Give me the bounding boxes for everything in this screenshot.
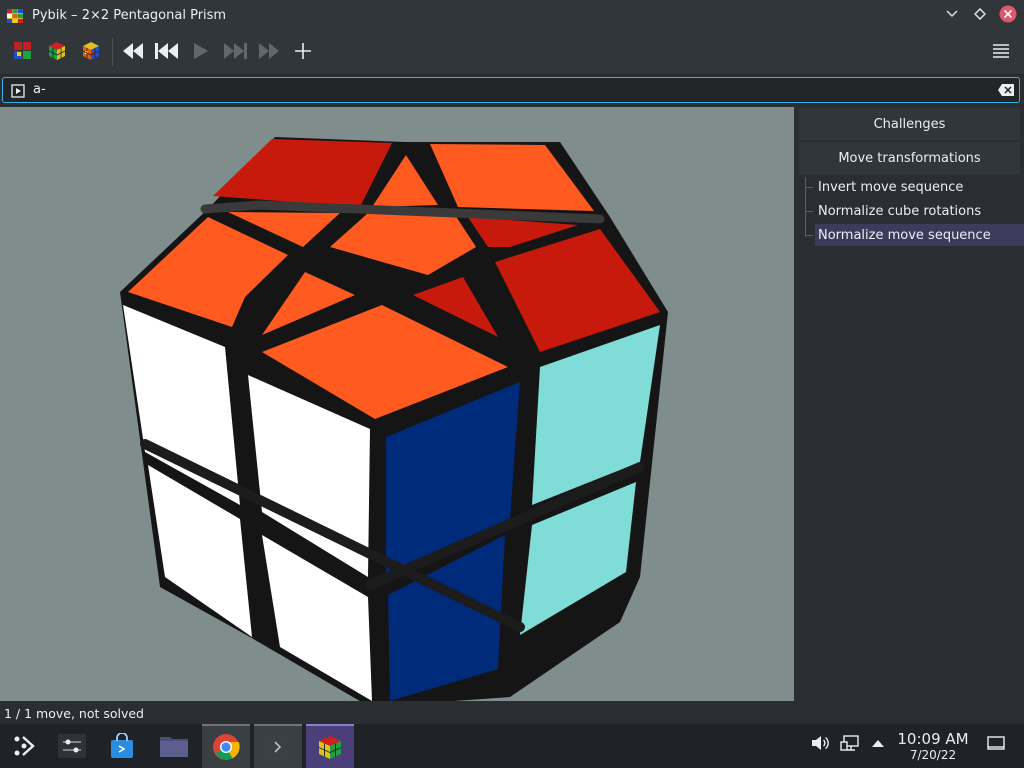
forward-icon <box>259 43 279 59</box>
show-desktop-button[interactable] <box>986 734 1006 752</box>
sidebar: Challenges Move transformations Invert m… <box>795 107 1024 701</box>
select-model-icon <box>82 42 100 60</box>
network-button[interactable] <box>840 734 860 752</box>
pybik-app-icon <box>318 736 342 759</box>
terminal-button[interactable] <box>254 724 302 768</box>
previous-button[interactable] <box>152 36 182 66</box>
play-edit-icon[interactable] <box>11 84 25 98</box>
discover-store-button[interactable] <box>98 724 146 768</box>
hamburger-menu-icon <box>993 44 1009 58</box>
diamond-icon <box>974 8 986 20</box>
chrome-browser-icon <box>213 734 240 760</box>
digital-clock[interactable]: 10:09 AM 7/20/22 <box>892 730 974 762</box>
file-manager-button[interactable] <box>150 724 198 768</box>
new-solved-game-button[interactable] <box>8 36 38 66</box>
move-bar: a- <box>0 75 1024 106</box>
challenges-button[interactable]: Challenges <box>799 108 1020 140</box>
chevron-up-icon <box>872 740 884 747</box>
status-text: 1 / 1 move, not solved <box>4 706 144 721</box>
discover-store-icon <box>111 733 133 758</box>
file-manager-icon <box>160 737 188 757</box>
show-desktop-icon <box>987 736 1005 750</box>
new-game-icon <box>14 42 31 59</box>
invert-move-sequence-item[interactable]: Invert move sequence <box>815 176 1024 198</box>
volume-button[interactable] <box>810 734 830 752</box>
move-sequence-text[interactable]: a- <box>33 82 46 97</box>
previous-icon <box>155 43 178 59</box>
rewind-button[interactable] <box>118 36 148 66</box>
title-bar: Pybik – 2×2 Pentagonal Prism <box>0 0 1024 30</box>
next-button[interactable] <box>220 36 250 66</box>
close-button[interactable] <box>998 4 1018 24</box>
network-wired-icon <box>840 735 859 751</box>
minimize-button[interactable] <box>942 4 962 24</box>
taskbar: 10:09 AM 7/20/22 <box>0 724 1024 768</box>
status-bar: 1 / 1 move, not solved <box>0 701 1024 724</box>
select-model-button[interactable] <box>76 36 106 66</box>
puzzle-viewport[interactable] <box>0 107 794 701</box>
maximize-button[interactable] <box>970 4 990 24</box>
normalize-move-sequence-item[interactable]: Normalize move sequence <box>815 224 1024 246</box>
system-settings-button[interactable] <box>48 724 96 768</box>
clock-time: 10:09 AM <box>897 730 969 748</box>
tree-tick <box>805 187 813 188</box>
forward-button[interactable] <box>254 36 284 66</box>
tree-guide-line <box>805 177 806 237</box>
application-launcher-button[interactable] <box>0 724 48 768</box>
add-mark-button[interactable] <box>288 36 318 66</box>
move-sequence-input[interactable]: a- <box>2 77 1020 103</box>
main-menu-button[interactable] <box>986 36 1016 66</box>
play-button[interactable] <box>186 36 216 66</box>
speaker-icon <box>812 736 829 750</box>
terminal-icon <box>264 735 292 759</box>
clock-date: 7/20/22 <box>909 748 957 762</box>
tree-tick <box>805 211 813 212</box>
rewind-icon <box>123 43 143 59</box>
play-icon <box>194 43 208 59</box>
show-hidden-icons-button[interactable] <box>870 734 886 752</box>
close-icon <box>999 5 1017 23</box>
pentagonal-prism-puzzle[interactable] <box>0 107 794 701</box>
pybik-task-button[interactable] <box>306 724 354 768</box>
toolbar-separator <box>112 38 113 66</box>
normalize-cube-rotations-item[interactable]: Normalize cube rotations <box>815 200 1024 222</box>
application-launcher-icon <box>14 736 35 756</box>
new-random-game-button[interactable] <box>42 36 72 66</box>
move-transformations-button[interactable]: Move transformations <box>799 142 1020 174</box>
random-game-icon <box>48 42 66 60</box>
toolbar <box>0 30 1024 75</box>
window-title: Pybik – 2×2 Pentagonal Prism <box>32 7 227 23</box>
tree-tick <box>805 235 813 236</box>
next-icon <box>224 43 247 59</box>
clear-text-icon[interactable] <box>997 83 1015 97</box>
pybik-app-icon <box>7 9 23 23</box>
chrome-browser-button[interactable] <box>202 724 250 768</box>
add-mark-icon <box>295 43 311 59</box>
system-settings-icon <box>58 734 86 758</box>
chevron-down-icon <box>946 10 958 18</box>
